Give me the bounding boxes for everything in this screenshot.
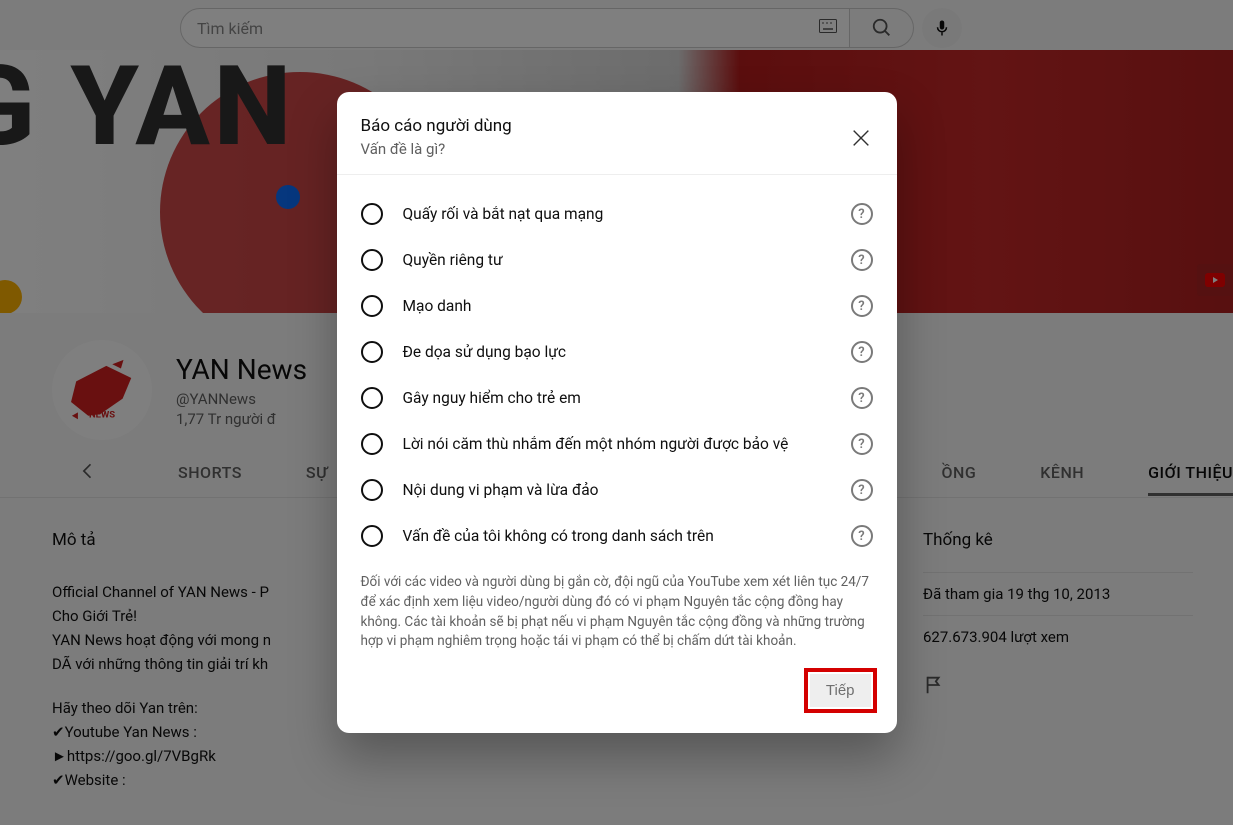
radio-icon — [361, 341, 383, 363]
help-icon[interactable]: ? — [851, 525, 873, 547]
report-option[interactable]: Lời nói căm thù nhắm đến một nhóm người … — [361, 421, 873, 467]
report-option[interactable]: Gây nguy hiểm cho trẻ em? — [361, 375, 873, 421]
report-option-label: Vấn đề của tôi không có trong danh sách … — [403, 526, 831, 547]
report-option-label: Đe dọa sử dụng bạo lực — [403, 342, 831, 363]
report-option-label: Mạo danh — [403, 296, 831, 317]
help-icon[interactable]: ? — [851, 249, 873, 271]
report-option[interactable]: Quấy rối và bắt nạt qua mạng? — [361, 191, 873, 237]
dialog-disclaimer: Đối với các video và người dùng bị gắn c… — [337, 559, 897, 651]
report-option-label: Lời nói căm thù nhắm đến một nhóm người … — [403, 434, 831, 455]
report-option[interactable]: Nội dung vi phạm và lừa đảo? — [361, 467, 873, 513]
report-option-label: Gây nguy hiểm cho trẻ em — [403, 388, 831, 409]
help-icon[interactable]: ? — [851, 433, 873, 455]
radio-icon — [361, 479, 383, 501]
help-icon[interactable]: ? — [851, 203, 873, 225]
report-option-label: Quấy rối và bắt nạt qua mạng — [403, 204, 831, 225]
radio-icon — [361, 249, 383, 271]
report-option[interactable]: Đe dọa sử dụng bạo lực? — [361, 329, 873, 375]
next-button-highlight: Tiếp — [804, 668, 877, 713]
report-option[interactable]: Mạo danh? — [361, 283, 873, 329]
report-user-dialog: Báo cáo người dùng Vấn đề là gì? Quấy rố… — [337, 92, 897, 732]
report-option[interactable]: Quyền riêng tư? — [361, 237, 873, 283]
report-option[interactable]: Vấn đề của tôi không có trong danh sách … — [361, 513, 873, 559]
next-button[interactable]: Tiếp — [810, 674, 871, 707]
radio-icon — [361, 433, 383, 455]
dialog-title: Báo cáo người dùng — [361, 116, 873, 136]
dialog-subtitle: Vấn đề là gì? — [361, 140, 873, 158]
help-icon[interactable]: ? — [851, 479, 873, 501]
report-option-label: Nội dung vi phạm và lừa đảo — [403, 480, 831, 501]
modal-overlay[interactable]: Báo cáo người dùng Vấn đề là gì? Quấy rố… — [0, 0, 1233, 825]
radio-icon — [361, 525, 383, 547]
radio-icon — [361, 203, 383, 225]
radio-icon — [361, 387, 383, 409]
help-icon[interactable]: ? — [851, 341, 873, 363]
close-icon — [850, 127, 872, 149]
help-icon[interactable]: ? — [851, 387, 873, 409]
radio-icon — [361, 295, 383, 317]
close-button[interactable] — [843, 120, 879, 156]
report-option-label: Quyền riêng tư — [403, 250, 831, 271]
help-icon[interactable]: ? — [851, 295, 873, 317]
